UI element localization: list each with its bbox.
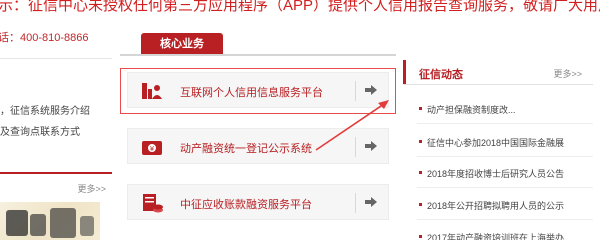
left-panel: ，征信系统服务介绍 及查询点联系方式 更多>> — [0, 58, 118, 240]
section-marker — [403, 60, 406, 84]
news-item[interactable]: 征信中心参加2018中国国际金融展 — [418, 136, 564, 149]
left-more-link[interactable]: 更多>> — [77, 182, 106, 195]
tab-core-business[interactable]: 核心业务 — [141, 33, 223, 55]
news-item[interactable]: 2018年公开招聘拟聘用人员的公示 — [418, 199, 564, 212]
arrow-right-icon[interactable] — [365, 197, 377, 207]
hotline-text: 话：400-810-8866 — [0, 32, 89, 44]
divider — [355, 137, 356, 157]
service-title: 中征应收账款融资服务平台 — [180, 199, 312, 211]
left-link-service-intro[interactable]: ，征信系统服务介绍 — [0, 102, 90, 117]
tab-underline — [120, 54, 396, 56]
news-panel: 征信动态 更多>> 动产担保融资制度改... 征信中心参加2018中国国际金融展… — [403, 60, 600, 240]
highlight-box — [120, 68, 396, 114]
left-media-box: 更多>> — [0, 172, 112, 240]
news-section-title: 征信动态 — [419, 69, 463, 81]
document-coins-icon — [143, 194, 163, 213]
money-stamp-icon: ¥ — [142, 141, 162, 155]
news-item[interactable]: 2018年度招收博士后研究人员公告 — [418, 167, 564, 180]
notice-banner: 示：征信中心未授权任何第三方应用程序（APP）提供个人信用报告查询服务，敬请广大… — [0, 0, 600, 14]
service-card-receivables-financing[interactable]: 中征应收账款融资服务平台 — [127, 184, 389, 220]
news-divider — [403, 84, 593, 85]
service-title: 动产融资统一登记公示系统 — [180, 143, 312, 155]
service-card-chattel-registration[interactable]: ¥ 动产融资统一登记公示系统 — [127, 128, 389, 164]
left-divider — [0, 58, 112, 59]
left-link-query-contacts[interactable]: 及查询点联系方式 — [0, 123, 80, 138]
news-more-link[interactable]: 更多>> — [553, 67, 582, 80]
svg-text:¥: ¥ — [150, 145, 155, 153]
news-item[interactable]: 动产担保融资制度改... — [419, 103, 516, 116]
arrow-right-icon[interactable] — [365, 141, 377, 151]
divider — [417, 156, 593, 157]
divider — [417, 187, 593, 188]
news-item[interactable]: 2017年动产融资培训班在上海举办 — [418, 231, 564, 240]
divider — [417, 123, 593, 124]
divider — [417, 219, 593, 220]
divider — [355, 193, 356, 213]
promo-image[interactable] — [0, 202, 100, 240]
